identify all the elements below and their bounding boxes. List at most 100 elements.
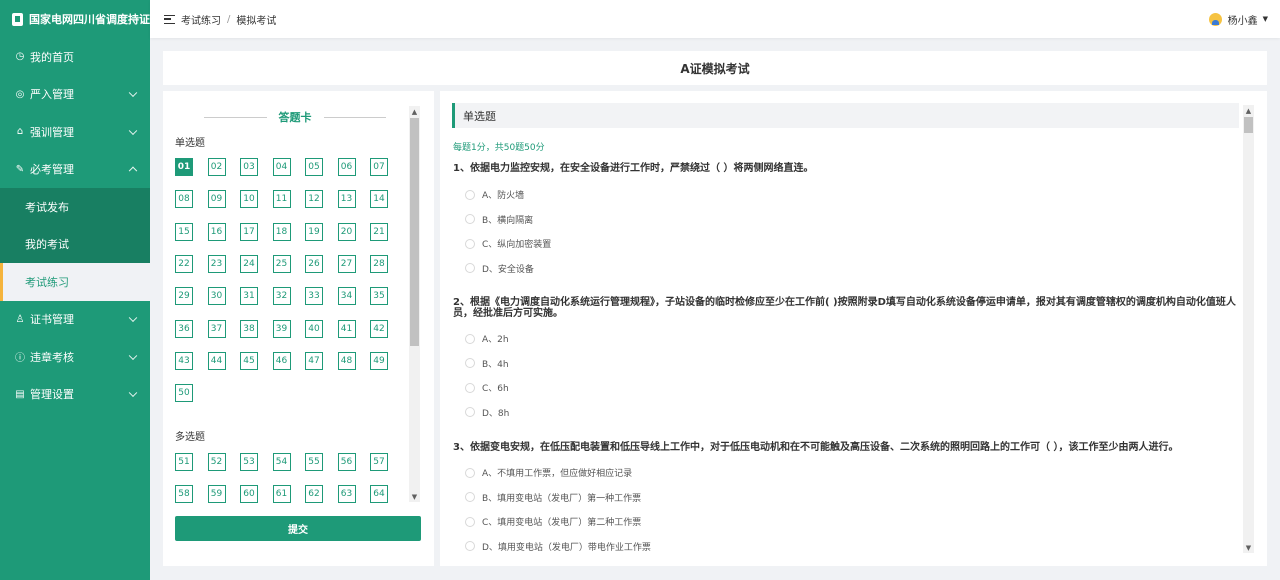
scroll-down-arrow-icon[interactable]: ▼ bbox=[409, 491, 420, 502]
single-question-number[interactable]: 06 bbox=[337, 158, 356, 176]
answer-option[interactable]: B、4h bbox=[465, 357, 509, 370]
multi-question-number[interactable]: 55 bbox=[305, 453, 323, 471]
scrollbar-thumb[interactable] bbox=[1244, 117, 1253, 133]
single-question-number[interactable]: 49 bbox=[370, 351, 388, 370]
radio-button[interactable] bbox=[465, 492, 475, 502]
single-question-number[interactable]: 19 bbox=[305, 222, 323, 241]
radio-button[interactable] bbox=[465, 541, 475, 551]
multi-question-number[interactable]: 51 bbox=[175, 453, 193, 471]
answer-option[interactable]: A、防火墙 bbox=[465, 188, 524, 201]
single-question-number[interactable]: 38 bbox=[240, 319, 258, 338]
single-question-number[interactable]: 31 bbox=[240, 287, 258, 306]
single-question-number[interactable]: 13 bbox=[337, 190, 356, 209]
single-question-number[interactable]: 23 bbox=[207, 254, 226, 273]
single-question-number[interactable]: 50 bbox=[175, 384, 193, 403]
single-question-number[interactable]: 25 bbox=[272, 254, 291, 273]
multi-question-number[interactable]: 63 bbox=[337, 485, 356, 504]
single-question-number[interactable]: 30 bbox=[207, 287, 226, 306]
single-question-number[interactable]: 24 bbox=[240, 254, 258, 273]
single-question-number[interactable]: 27 bbox=[337, 254, 356, 273]
radio-button[interactable] bbox=[465, 382, 475, 393]
answer-option[interactable]: B、填用变电站（发电厂）第一种工作票 bbox=[465, 491, 641, 504]
menu-toggle-icon[interactable] bbox=[164, 14, 175, 24]
sidebar-item-0[interactable]: ◷ 我的首页 bbox=[0, 38, 150, 76]
single-question-number[interactable]: 18 bbox=[272, 222, 291, 241]
answer-option[interactable]: C、6h bbox=[465, 381, 509, 394]
radio-button[interactable] bbox=[465, 407, 475, 417]
question-scrollbar[interactable]: ▲ ▼ bbox=[1243, 105, 1254, 553]
sidebar-subitem-1[interactable]: 我的考试 bbox=[0, 225, 150, 263]
single-question-number[interactable]: 15 bbox=[175, 222, 193, 241]
single-question-number[interactable]: 40 bbox=[305, 319, 323, 338]
answer-option[interactable]: C、纵向加密装置 bbox=[465, 237, 551, 250]
answer-card-scrollbar[interactable]: ▲ ▼ bbox=[409, 106, 420, 502]
single-question-number[interactable]: 02 bbox=[207, 158, 226, 176]
single-question-number[interactable]: 11 bbox=[272, 190, 291, 209]
answer-option[interactable]: A、2h bbox=[465, 332, 509, 345]
answer-option[interactable]: D、安全设备 bbox=[465, 262, 534, 275]
single-question-number[interactable]: 33 bbox=[305, 287, 323, 306]
scroll-up-arrow-icon[interactable]: ▲ bbox=[409, 106, 420, 117]
single-question-number[interactable]: 26 bbox=[305, 254, 323, 273]
single-question-number[interactable]: 35 bbox=[370, 287, 388, 306]
single-question-number[interactable]: 10 bbox=[240, 190, 258, 209]
multi-question-number[interactable]: 52 bbox=[207, 453, 226, 471]
sidebar-item-1[interactable]: ◎ 严入管理 bbox=[0, 76, 150, 114]
answer-option[interactable]: B、横向隔离 bbox=[465, 213, 533, 226]
single-question-number[interactable]: 43 bbox=[175, 351, 193, 370]
radio-button[interactable] bbox=[465, 214, 475, 224]
multi-question-number[interactable]: 56 bbox=[337, 453, 356, 471]
scrollbar-thumb[interactable] bbox=[410, 118, 419, 346]
sidebar-subitem-2[interactable]: 考试练习 bbox=[0, 263, 150, 301]
multi-question-number[interactable]: 58 bbox=[175, 485, 193, 504]
multi-question-number[interactable]: 57 bbox=[370, 453, 388, 471]
single-question-number[interactable]: 16 bbox=[207, 222, 226, 241]
answer-option[interactable]: D、填用变电站（发电厂）带电作业工作票 bbox=[465, 540, 651, 553]
single-question-number[interactable]: 37 bbox=[207, 319, 226, 338]
single-question-number[interactable]: 41 bbox=[337, 319, 356, 338]
radio-button[interactable] bbox=[465, 333, 475, 344]
single-question-number[interactable]: 05 bbox=[305, 158, 323, 176]
single-question-number[interactable]: 22 bbox=[175, 254, 193, 273]
single-question-number[interactable]: 14 bbox=[370, 190, 388, 209]
single-question-number[interactable]: 46 bbox=[272, 351, 291, 370]
radio-button[interactable] bbox=[465, 189, 475, 200]
single-question-number[interactable]: 28 bbox=[370, 254, 388, 273]
multi-question-number[interactable]: 53 bbox=[240, 453, 258, 471]
submit-button[interactable]: 提交 bbox=[175, 516, 421, 541]
single-question-number[interactable]: 17 bbox=[240, 222, 258, 241]
radio-button[interactable] bbox=[465, 263, 475, 273]
single-question-number[interactable]: 09 bbox=[207, 190, 226, 209]
single-question-number[interactable]: 03 bbox=[240, 158, 258, 176]
multi-question-number[interactable]: 62 bbox=[305, 485, 323, 504]
single-question-number[interactable]: 08 bbox=[175, 190, 193, 209]
single-question-number[interactable]: 36 bbox=[175, 319, 193, 338]
single-question-number[interactable]: 32 bbox=[272, 287, 291, 306]
single-question-number[interactable]: 47 bbox=[305, 351, 323, 370]
sidebar-subitem-0[interactable]: 考试发布 bbox=[0, 188, 150, 226]
answer-option[interactable]: C、填用变电站（发电厂）第二种工作票 bbox=[465, 515, 641, 528]
single-question-number[interactable]: 29 bbox=[175, 287, 193, 306]
scroll-up-arrow-icon[interactable]: ▲ bbox=[1243, 105, 1254, 116]
single-question-number[interactable]: 20 bbox=[337, 222, 356, 241]
single-question-number[interactable]: 07 bbox=[370, 158, 388, 176]
multi-question-number[interactable]: 60 bbox=[240, 485, 258, 504]
breadcrumb-item-1[interactable]: 考试练习 bbox=[181, 12, 221, 27]
sidebar-item-6[interactable]: ▤ 管理设置 bbox=[0, 376, 150, 414]
caret-down-icon[interactable]: ▼ bbox=[1263, 15, 1268, 23]
single-question-number[interactable]: 48 bbox=[337, 351, 356, 370]
multi-question-number[interactable]: 64 bbox=[370, 485, 388, 504]
single-question-number[interactable]: 01 bbox=[175, 158, 193, 176]
sidebar-item-2[interactable]: ⌂ 强训管理 bbox=[0, 113, 150, 151]
single-question-number[interactable]: 45 bbox=[240, 351, 258, 370]
radio-button[interactable] bbox=[465, 358, 475, 368]
single-question-number[interactable]: 21 bbox=[370, 222, 388, 241]
radio-button[interactable] bbox=[465, 516, 475, 527]
multi-question-number[interactable]: 59 bbox=[207, 485, 226, 504]
single-question-number[interactable]: 42 bbox=[370, 319, 388, 338]
single-question-number[interactable]: 12 bbox=[305, 190, 323, 209]
user-menu[interactable]: 杨小鑫 ▼ bbox=[1208, 0, 1268, 38]
single-question-number[interactable]: 44 bbox=[207, 351, 226, 370]
radio-button[interactable] bbox=[465, 467, 475, 478]
multi-question-number[interactable]: 61 bbox=[272, 485, 291, 504]
